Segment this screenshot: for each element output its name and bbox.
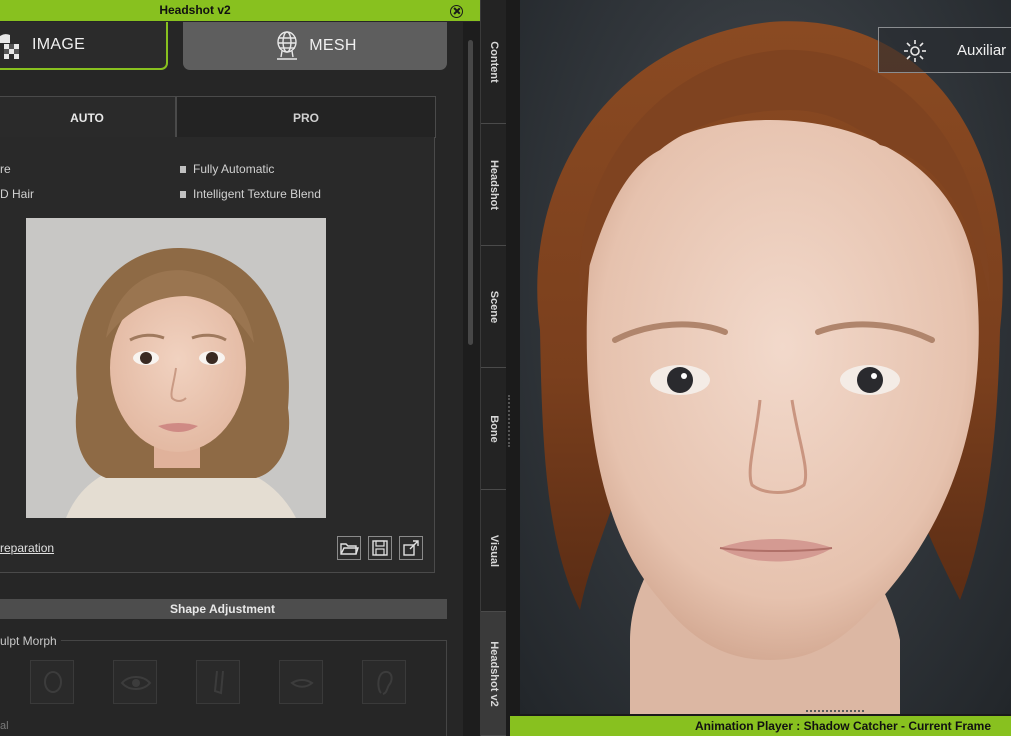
vtab-content-label: Content xyxy=(488,40,500,83)
auxiliary-label: Auxiliar xyxy=(957,42,1007,59)
mode-tabs: AUTO PRO xyxy=(0,96,436,138)
morph-nose-button[interactable] xyxy=(196,660,240,704)
status-bar: Animation Player : Shadow Catcher - Curr… xyxy=(510,714,1011,736)
child-portrait-image xyxy=(26,218,326,518)
vtab-content[interactable]: Content xyxy=(481,0,507,124)
vtab-visual-label: Visual xyxy=(488,534,500,567)
mesh-mode-label: MESH xyxy=(309,37,357,54)
image-mode-button[interactable]: IMAGE xyxy=(0,22,168,70)
vertical-tab-strip: Content Headshot Scene Bone Visual Heads… xyxy=(480,0,507,736)
sculpt-morph-label: ulpt Morph xyxy=(0,634,61,648)
viewport-resize-grip[interactable] xyxy=(806,710,864,713)
photo-preparation-link[interactable]: reparation xyxy=(0,541,54,555)
option-fully-automatic-label: Fully Automatic xyxy=(193,162,275,176)
image-checker-icon xyxy=(0,34,19,59)
sun-icon xyxy=(904,40,926,62)
mesh-mode-button[interactable]: MESH xyxy=(183,22,447,70)
save-button[interactable] xyxy=(368,536,392,560)
rendered-head-image xyxy=(537,21,1003,714)
ear-icon xyxy=(377,670,393,695)
morph-eye-button[interactable] xyxy=(113,660,157,704)
vtab-bone[interactable]: Bone xyxy=(481,368,507,490)
option-left-2[interactable]: D Hair xyxy=(0,187,34,201)
section-label-partial: al xyxy=(0,720,9,732)
vtab-headshot[interactable]: Headshot xyxy=(481,124,507,246)
folder-open-icon xyxy=(340,543,359,555)
3d-viewport[interactable] xyxy=(520,0,1011,714)
vtab-headshot-v2[interactable]: Headshot v2 xyxy=(481,612,507,736)
vtab-scene-label: Scene xyxy=(488,290,500,323)
eye-icon xyxy=(120,676,152,690)
external-link-icon xyxy=(403,540,419,556)
export-button[interactable] xyxy=(399,536,423,560)
source-photo[interactable] xyxy=(26,218,326,518)
image-mode-label: IMAGE xyxy=(32,36,86,53)
vtab-bone-label: Bone xyxy=(488,414,500,443)
shape-adjustment-header[interactable]: Shape Adjustment xyxy=(0,599,447,619)
option-texture-blend[interactable]: Intelligent Texture Blend xyxy=(180,187,321,201)
head-icon xyxy=(44,671,62,693)
headshot-panel: Headshot v2 IMAGE MESH AUTO PRO re D Hai… xyxy=(0,0,480,736)
mouth-icon xyxy=(290,679,314,688)
tab-pro[interactable]: PRO xyxy=(176,96,436,138)
wireframe-head-icon xyxy=(277,31,298,60)
close-icon[interactable] xyxy=(450,5,463,18)
morph-mouth-button[interactable] xyxy=(279,660,323,704)
morph-head-button[interactable] xyxy=(30,660,74,704)
nose-icon xyxy=(213,670,224,695)
checkbox-icon xyxy=(180,166,186,174)
option-fully-automatic[interactable]: Fully Automatic xyxy=(180,162,274,176)
checkbox-icon xyxy=(180,191,186,199)
splitter-grip[interactable] xyxy=(508,395,511,447)
vtab-headshot-v2-label: Headshot v2 xyxy=(488,640,500,707)
open-folder-button[interactable] xyxy=(337,536,361,560)
status-text: Animation Player : Shadow Catcher - Curr… xyxy=(694,719,991,733)
vtab-scene[interactable]: Scene xyxy=(481,246,507,368)
panel-title: Headshot v2 xyxy=(159,3,231,17)
panel-scrollbar-thumb[interactable] xyxy=(468,40,473,345)
vtab-visual[interactable]: Visual xyxy=(481,490,507,612)
morph-ear-button[interactable] xyxy=(362,660,406,704)
vtab-headshot-label: Headshot xyxy=(488,159,500,210)
option-texture-blend-label: Intelligent Texture Blend xyxy=(193,187,321,201)
panel-splitter[interactable] xyxy=(506,0,520,736)
option-left-1[interactable]: re xyxy=(0,162,11,176)
floppy-disk-icon xyxy=(372,540,388,556)
tab-auto[interactable]: AUTO xyxy=(0,96,176,138)
